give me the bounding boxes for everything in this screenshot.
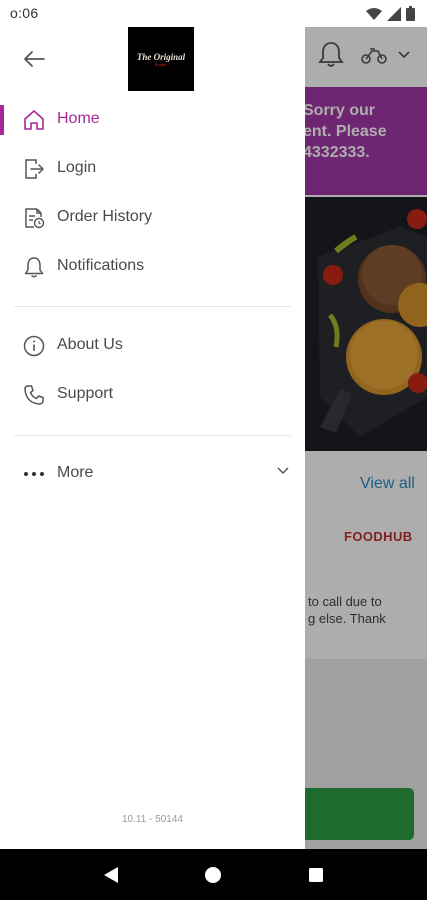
active-indicator	[0, 105, 4, 135]
home-icon	[22, 108, 46, 132]
square-recents-icon	[308, 867, 323, 882]
arrow-left-icon	[24, 51, 45, 67]
info-icon	[22, 334, 46, 358]
menu-label: About Us	[57, 336, 123, 353]
status-icons	[366, 6, 415, 21]
logo-title: The Original	[136, 51, 186, 62]
menu-label: Order History	[57, 208, 153, 225]
divider	[14, 435, 291, 436]
system-nav-bar	[0, 849, 427, 900]
phone-icon	[22, 383, 46, 407]
signal-icon	[387, 6, 401, 21]
circle-home-icon	[205, 866, 222, 883]
menu-item-more[interactable]: More	[0, 451, 305, 497]
nav-home-button[interactable]	[193, 855, 233, 895]
chevron-down-icon	[277, 467, 289, 475]
battery-icon	[406, 6, 415, 21]
menu-label: Notifications	[57, 257, 145, 274]
nav-recents-button[interactable]	[296, 855, 336, 895]
menu-label: More	[57, 464, 94, 481]
menu-item-home[interactable]: Home	[0, 97, 305, 143]
status-bar: o:06	[0, 0, 427, 27]
triangle-back-icon	[104, 866, 119, 883]
login-icon	[22, 157, 46, 181]
menu-item-login[interactable]: Login	[0, 146, 305, 192]
menu-label: Support	[57, 385, 114, 402]
logo-subtitle: Burger	[155, 62, 167, 67]
app-version: 10.11 - 50144	[122, 814, 183, 825]
menu-label: Home	[57, 110, 100, 127]
restaurant-logo: The Original Burger	[128, 27, 194, 91]
menu-item-notifications[interactable]: Notifications	[0, 244, 305, 290]
back-button[interactable]	[20, 47, 48, 71]
navigation-drawer: The Original Burger Home Login Order His…	[0, 27, 305, 849]
status-time: o:06	[10, 5, 39, 21]
wifi-icon	[366, 7, 382, 20]
bell-icon	[22, 255, 46, 279]
menu-item-about-us[interactable]: About Us	[0, 323, 305, 369]
nav-back-button[interactable]	[91, 855, 131, 895]
menu-item-support[interactable]: Support	[0, 372, 305, 418]
menu-label: Login	[57, 159, 97, 176]
more-icon	[22, 462, 46, 486]
divider	[14, 306, 291, 307]
menu-item-order-history[interactable]: Order History	[0, 195, 305, 241]
order-history-icon	[22, 206, 46, 230]
